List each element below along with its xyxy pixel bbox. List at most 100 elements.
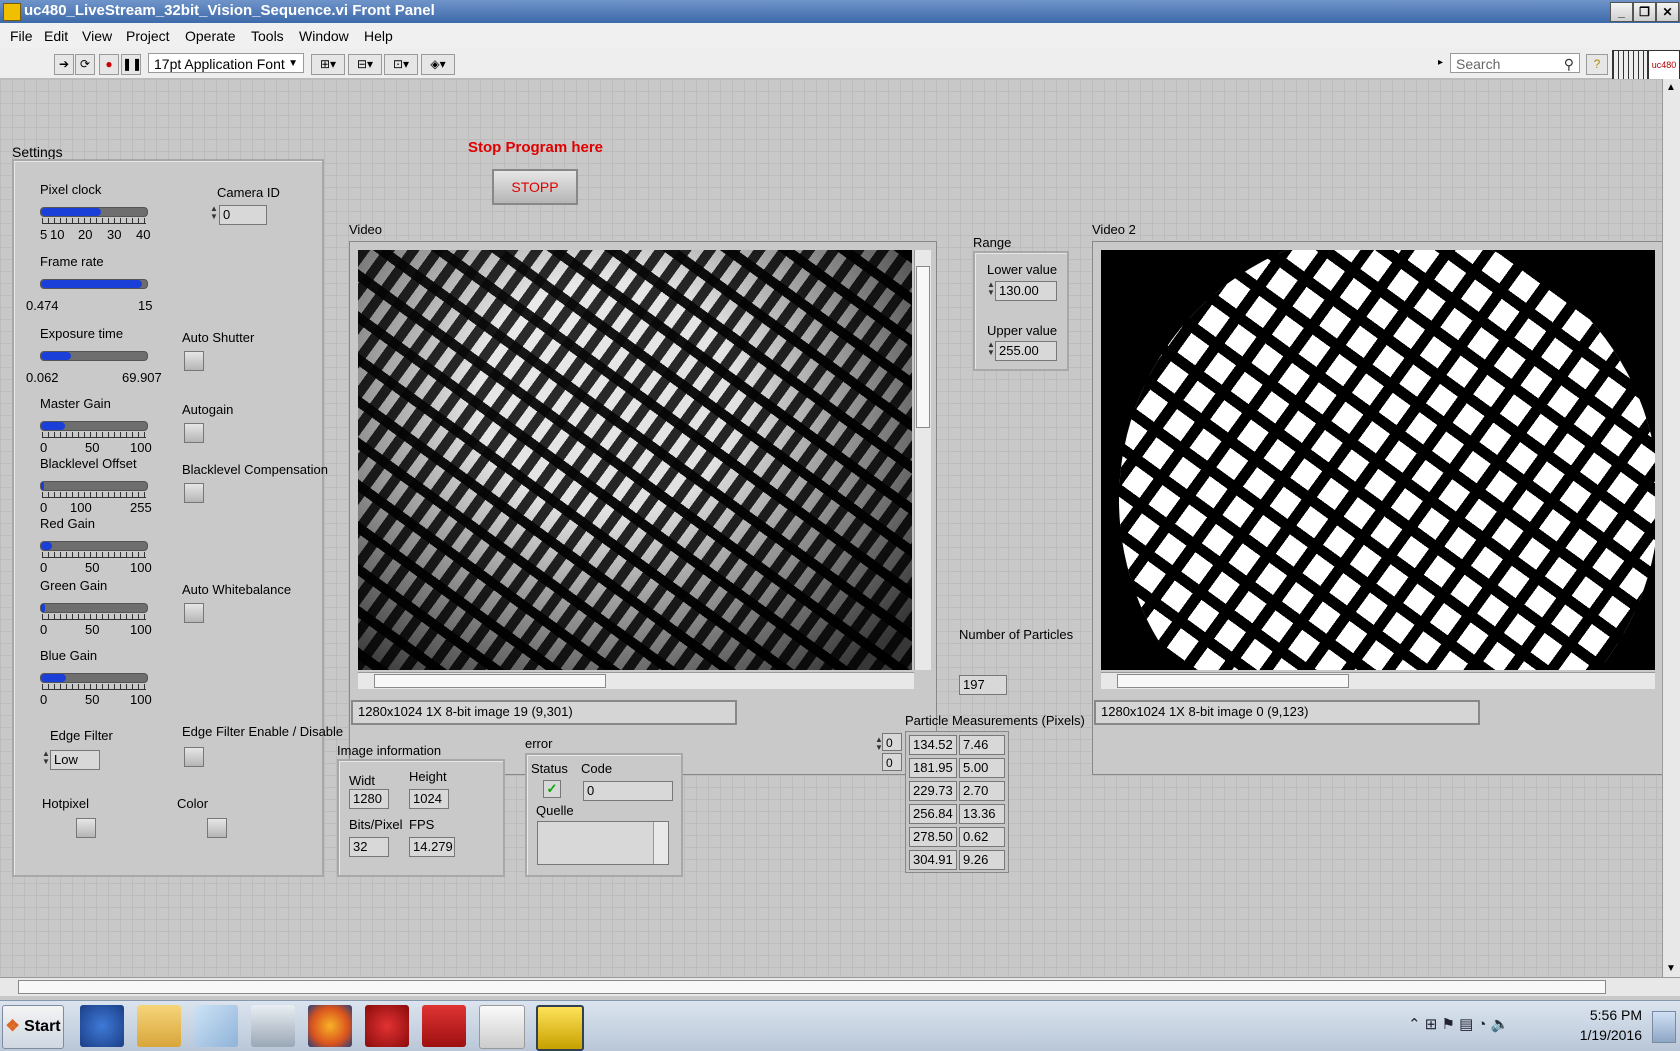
fps-value: 14.279 <box>409 837 455 857</box>
menu-view[interactable]: View <box>82 28 112 44</box>
video-vertical-scrollbar[interactable] <box>914 250 931 670</box>
blue-gain-slider[interactable] <box>40 673 148 683</box>
pause-icon[interactable]: ❚❚ <box>121 54 142 75</box>
array-cell[interactable]: 9.26 <box>959 850 1005 870</box>
minimize-button[interactable]: _ <box>1610 2 1633 22</box>
ni-max-icon[interactable] <box>479 1005 525 1049</box>
exposure-time-fill <box>41 352 71 360</box>
search-placeholder: Search <box>1456 56 1501 72</box>
red-gain-tick-50: 50 <box>85 560 100 575</box>
video-vertical-thumb[interactable] <box>916 266 930 428</box>
upper-value-field[interactable]: 255.00 <box>995 341 1057 361</box>
array-cell[interactable]: 13.36 <box>959 804 1005 824</box>
start-button[interactable]: ❖ Start <box>2 1005 64 1049</box>
video-horizontal-scrollbar[interactable] <box>358 672 914 689</box>
array-cell[interactable]: 278.50 <box>909 827 957 847</box>
auto-shutter-toggle[interactable] <box>184 351 204 371</box>
run-icon[interactable]: ➔ <box>54 54 74 75</box>
error-source-field[interactable] <box>537 821 669 865</box>
upper-value-stepper[interactable]: ▲ ▼ <box>987 341 995 357</box>
font-selector[interactable]: 17pt Application Font ▼ <box>148 53 304 73</box>
clock-date[interactable]: 1/19/2016 <box>1578 1027 1642 1043</box>
video2-horizontal-scrollbar[interactable] <box>1101 672 1655 689</box>
camera-id-stepper[interactable]: ▲ ▼ <box>210 205 218 221</box>
resize-objects-icon[interactable]: ⊡▾ <box>384 54 418 75</box>
solidworks-icon[interactable] <box>422 1005 466 1047</box>
reorder-icon[interactable]: ◈▾ <box>421 54 455 75</box>
search-input[interactable]: Search ⚲ <box>1450 53 1580 73</box>
color-toggle[interactable] <box>207 818 227 838</box>
array-cell[interactable]: 256.84 <box>909 804 957 824</box>
close-button[interactable]: ✕ <box>1656 2 1679 22</box>
tray-icons[interactable]: ⌃ ⊞ ⚑ ▤ ◔ 🔈 <box>1408 1015 1509 1033</box>
distribute-objects-icon[interactable]: ⊟▾ <box>348 54 382 75</box>
green-gain-slider[interactable] <box>40 603 148 613</box>
labview-icon[interactable] <box>536 1005 584 1051</box>
search-icon[interactable]: ⚲ <box>1564 54 1574 74</box>
pixel-clock-slider[interactable] <box>40 207 148 217</box>
height-label: Height <box>409 769 447 784</box>
frame-rate-slider[interactable] <box>40 279 148 289</box>
video2-horizontal-thumb[interactable] <box>1117 674 1349 688</box>
auto-whitebalance-toggle[interactable] <box>184 603 204 623</box>
hotpixel-toggle[interactable] <box>76 818 96 838</box>
lower-value-stepper[interactable]: ▲ ▼ <box>987 281 995 297</box>
show-desktop-button[interactable] <box>1652 1011 1676 1043</box>
run-continuously-icon[interactable]: ⟳ <box>75 54 95 75</box>
array-cell[interactable]: 229.73 <box>909 781 957 801</box>
camera-id-field[interactable]: 0 <box>219 205 267 225</box>
error-status-check-icon: ✓ <box>543 780 561 798</box>
pixel-clock-tick-20: 20 <box>78 227 93 242</box>
array-cell[interactable]: 7.46 <box>959 735 1005 755</box>
stopp-button[interactable]: STOPP <box>492 169 578 205</box>
restore-button[interactable]: ❐ <box>1633 2 1656 22</box>
array-cell[interactable]: 0.62 <box>959 827 1005 847</box>
video-horizontal-thumb[interactable] <box>374 674 606 688</box>
array-cell[interactable]: 134.52 <box>909 735 957 755</box>
array-cell[interactable]: 2.70 <box>959 781 1005 801</box>
thunderbird-icon[interactable] <box>80 1005 124 1047</box>
menu-file[interactable]: File <box>10 28 33 44</box>
menu-window[interactable]: Window <box>299 28 349 44</box>
blacklevel-offset-tick-100: 100 <box>70 500 92 515</box>
panel-horizontal-scrollbar[interactable] <box>0 977 1680 996</box>
array-cell[interactable]: 5.00 <box>959 758 1005 778</box>
panel-vertical-scrollbar[interactable]: ▲ ▼ <box>1662 79 1680 977</box>
error-code-field[interactable]: 0 <box>583 781 673 801</box>
menu-project[interactable]: Project <box>126 28 170 44</box>
firefox-icon[interactable] <box>308 1005 352 1047</box>
menu-help[interactable]: Help <box>364 28 393 44</box>
abort-icon[interactable]: ● <box>99 54 119 75</box>
scroll-down-icon[interactable]: ▼ <box>1666 963 1676 974</box>
blacklevel-compensation-toggle[interactable] <box>184 483 204 503</box>
adobe-reader-icon[interactable] <box>365 1005 409 1047</box>
edge-filter-enable-toggle[interactable] <box>184 747 204 767</box>
array-index-row[interactable]: 0 <box>882 733 902 751</box>
edge-filter-stepper[interactable]: ▲ ▼ <box>42 750 50 766</box>
calculator-icon[interactable] <box>251 1005 295 1047</box>
notes-icon[interactable] <box>194 1005 238 1047</box>
array-index-col[interactable]: 0 <box>882 753 902 771</box>
lower-value-field[interactable]: 130.00 <box>995 281 1057 301</box>
red-gain-label: Red Gain <box>40 516 95 531</box>
exposure-time-slider[interactable] <box>40 351 148 361</box>
scroll-up-icon[interactable]: ▲ <box>1666 82 1676 93</box>
panel-horizontal-thumb[interactable] <box>18 980 1606 994</box>
help-icon[interactable]: ? <box>1586 54 1608 75</box>
blacklevel-offset-slider[interactable] <box>40 481 148 491</box>
menu-edit[interactable]: Edit <box>44 28 68 44</box>
autogain-toggle[interactable] <box>184 423 204 443</box>
red-gain-slider[interactable] <box>40 541 148 551</box>
explorer-folder-icon[interactable] <box>137 1005 181 1047</box>
menu-tools[interactable]: Tools <box>251 28 284 44</box>
align-objects-icon[interactable]: ⊞▾ <box>311 54 345 75</box>
menu-operate[interactable]: Operate <box>185 28 236 44</box>
error-cluster: Status ✓ Code 0 Quelle <box>525 753 683 877</box>
particle-measurements-label: Particle Measurements (Pixels) <box>905 713 1085 728</box>
clock-time[interactable]: 5:56 PM <box>1578 1007 1642 1023</box>
array-cell[interactable]: 304.91 <box>909 850 957 870</box>
array-cell[interactable]: 181.95 <box>909 758 957 778</box>
master-gain-slider[interactable] <box>40 421 148 431</box>
error-source-scrollbar[interactable] <box>653 822 668 864</box>
edge-filter-select[interactable]: Low <box>50 750 100 770</box>
